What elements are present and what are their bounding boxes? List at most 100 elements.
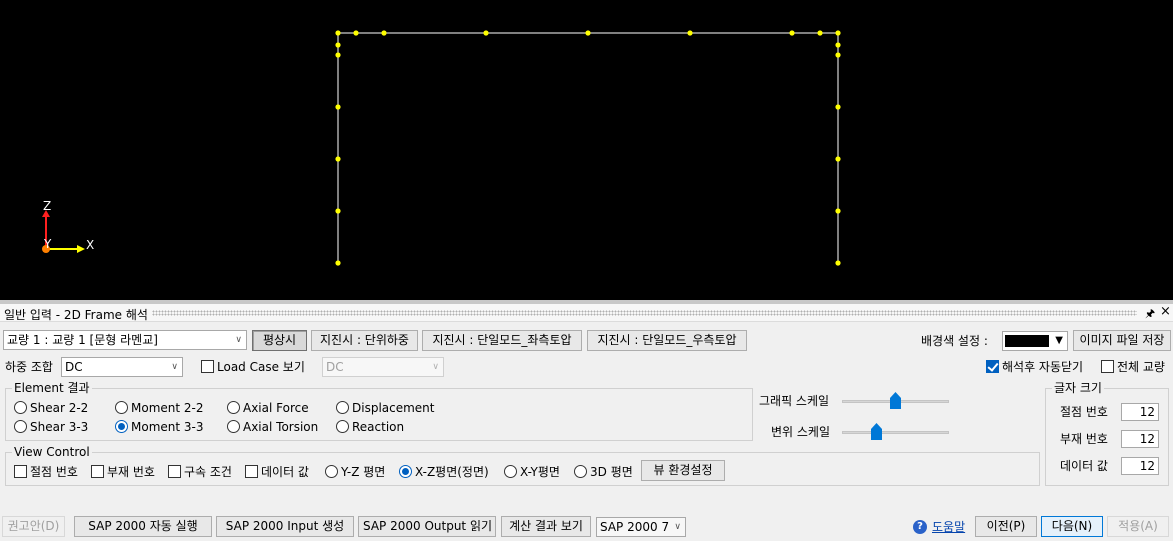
bridge-select-value: 교량 1 : 교량 1 [문형 라멘교] [7, 333, 158, 347]
frame-node [335, 30, 341, 36]
radio-3d-plane[interactable]: 3D 평면 [574, 465, 633, 479]
radio-label: Moment 2-2 [131, 401, 204, 415]
data-value-size-input[interactable]: 12 [1121, 457, 1159, 475]
frame-node [817, 30, 823, 36]
view-settings-button[interactable]: 뷰 환경설정 [641, 460, 725, 481]
z-axis-label: Z [43, 199, 51, 213]
show-data-value-checkbox[interactable]: 데이터 값 [245, 465, 309, 479]
frame-node [835, 260, 841, 266]
radio-axial-torsion[interactable]: Axial Torsion [227, 420, 318, 434]
radio-dot-selected [399, 465, 412, 478]
panel-titlebar[interactable]: 일반 입력 - 2D Frame 해석 🖈 × [0, 304, 1173, 322]
load-case-select: DC ∨ [322, 357, 444, 377]
checkbox-box [245, 465, 258, 478]
load-case-view-checkbox[interactable]: Load Case 보기 [201, 360, 305, 374]
slider-thumb[interactable] [871, 423, 882, 440]
radio-yz-plane[interactable]: Y-Z 평면 [325, 465, 385, 479]
save-image-button[interactable]: 이미지 파일 저장 [1073, 330, 1171, 351]
load-combo-select[interactable]: DC ∨ [61, 357, 183, 377]
radio-shear-3-3[interactable]: Shear 3-3 [14, 420, 88, 434]
radio-moment-3-3[interactable]: Moment 3-3 [115, 420, 204, 434]
sap-output-read-button[interactable]: SAP 2000 Output 읽기 [358, 516, 496, 537]
dropdown-arrow-icon: ▼ [1055, 335, 1063, 346]
radio-label: Axial Torsion [243, 420, 319, 434]
show-restraint-checkbox[interactable]: 구속 조건 [168, 465, 232, 479]
panel-title: 일반 입력 - 2D Frame 해석 [4, 308, 148, 322]
load-combo-value: DC [65, 360, 83, 374]
frame-node [381, 30, 387, 36]
checkbox-label: 절점 번호 [30, 465, 78, 479]
help-link[interactable]: 도움말 [932, 519, 965, 535]
radio-label: Shear 3-3 [30, 420, 89, 434]
y-axis-label: Y [43, 237, 52, 251]
chevron-down-icon: ∨ [171, 362, 178, 372]
radio-moment-2-2[interactable]: Moment 2-2 [115, 401, 204, 415]
node-number-size-label: 절점 번호 [1060, 405, 1108, 419]
radio-dot [227, 401, 240, 414]
bg-color-select[interactable]: ▼ [1002, 331, 1068, 351]
sap-input-generate-button[interactable]: SAP 2000 Input 생성 [216, 516, 354, 537]
auto-close-checkbox[interactable]: 해석후 자동닫기 [986, 360, 1083, 374]
frame-model-drawing: Z Y X [42, 30, 841, 266]
frame-node [335, 42, 341, 48]
frame-node [585, 30, 591, 36]
tab-seismic-left-pressure[interactable]: 지진시 : 단일모드_좌측토압 [422, 330, 582, 351]
pin-icon[interactable]: 🖈 [1145, 305, 1155, 324]
show-node-number-checkbox[interactable]: 절점 번호 [14, 465, 78, 479]
calc-result-view-button[interactable]: 계산 결과 보기 [501, 516, 591, 537]
checkbox-box [1101, 360, 1114, 373]
radio-label: Moment 3-3 [131, 420, 204, 434]
radio-xy-plane[interactable]: X-Y평면 [504, 465, 560, 479]
radio-dot [14, 420, 27, 433]
node-number-size-input[interactable]: 12 [1121, 403, 1159, 421]
sap-version-select[interactable]: SAP 2000 7 ∨ [596, 517, 686, 537]
frame-node [835, 104, 841, 110]
frame-node [335, 260, 341, 266]
all-bridge-checkbox[interactable]: 전체 교량 [1101, 360, 1165, 374]
apply-button[interactable]: 적용(A) [1107, 516, 1169, 537]
chevron-down-icon: ∨ [674, 522, 681, 532]
disp-scale-label: 변위 스케일 [771, 425, 831, 439]
sap-version-value: SAP 2000 7 [600, 520, 670, 534]
radio-dot [227, 420, 240, 433]
sap-auto-run-button[interactable]: SAP 2000 자동 실행 [74, 516, 212, 537]
checkbox-box-checked [986, 360, 999, 373]
help-icon[interactable]: ? [913, 520, 927, 534]
radio-dot [115, 401, 128, 414]
slider-thumb[interactable] [890, 392, 901, 409]
show-member-number-checkbox[interactable]: 부재 번호 [91, 465, 155, 479]
radio-displacement[interactable]: Displacement [336, 401, 435, 415]
radio-shear-2-2[interactable]: Shear 2-2 [14, 401, 88, 415]
radio-dot [14, 401, 27, 414]
graphic-viewport[interactable]: Z Y X [0, 0, 1173, 300]
bg-color-label: 배경색 설정 : [921, 334, 988, 348]
x-axis-label: X [86, 238, 94, 252]
prev-button[interactable]: 이전(P) [975, 516, 1037, 537]
radio-axial-force[interactable]: Axial Force [227, 401, 309, 415]
load-combo-label: 하중 조합 [5, 360, 53, 374]
tab-seismic-unit-load[interactable]: 지진시 : 단위하중 [311, 330, 418, 351]
member-number-size-label: 부재 번호 [1060, 432, 1108, 446]
radio-label: X-Z평면(정면) [415, 465, 489, 479]
frame-members [337, 32, 839, 263]
frame-node [335, 208, 341, 214]
frame-node [789, 30, 795, 36]
recommend-button[interactable]: 권고안(D) [2, 516, 65, 537]
member-number-size-input[interactable]: 12 [1121, 430, 1159, 448]
tab-seismic-right-pressure[interactable]: 지진시 : 단일모드_우측토압 [587, 330, 747, 351]
radio-label: Shear 2-2 [30, 401, 89, 415]
bridge-select[interactable]: 교량 1 : 교량 1 [문형 라멘교] ∨ [3, 330, 247, 350]
disp-scale-slider[interactable] [842, 423, 949, 441]
input-panel: 일반 입력 - 2D Frame 해석 🖈 × 교량 1 : 교량 1 [문형 … [0, 304, 1173, 541]
radio-label: Reaction [352, 420, 405, 434]
radio-reaction[interactable]: Reaction [336, 420, 404, 434]
graphic-scale-slider[interactable] [842, 392, 949, 410]
radio-xz-plane[interactable]: X-Z평면(정면) [399, 465, 489, 479]
x-axis-arrow [77, 245, 85, 253]
checkbox-label: 데이터 값 [261, 465, 309, 479]
close-icon[interactable]: × [1160, 304, 1171, 319]
next-button[interactable]: 다음(N) [1041, 516, 1103, 537]
radio-dot [325, 465, 338, 478]
grip-dots [152, 310, 1137, 316]
tab-normal[interactable]: 평상시 [252, 330, 307, 351]
